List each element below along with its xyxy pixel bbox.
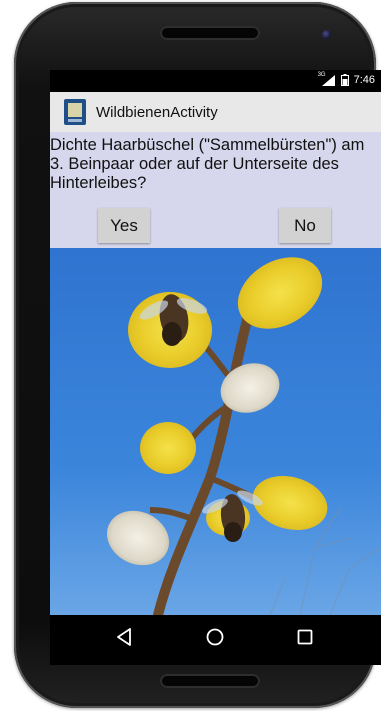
phone-frame: 3G 7:46 WildbienenActivity Dichte Haarbü… [14, 2, 381, 708]
app-icon-bar [68, 119, 82, 122]
app-title: WildbienenActivity [96, 103, 218, 121]
earpiece-speaker [160, 26, 260, 40]
bee-photo [50, 248, 381, 615]
battery-icon [340, 74, 349, 86]
activity-content: Dichte Haarbüschel ("Sammelbürsten") am … [50, 132, 381, 615]
action-bar: WildbienenActivity [50, 92, 381, 132]
question-text: Dichte Haarbüschel ("Sammelbürsten") am … [50, 136, 365, 192]
status-bar: 3G 7:46 [50, 70, 381, 92]
no-button[interactable]: No [279, 208, 331, 243]
network-type: 3G [317, 71, 326, 78]
app-icon-inner [68, 103, 82, 117]
back-triangle-icon[interactable] [116, 628, 132, 650]
status-icons: 3G 7:46 [318, 72, 375, 86]
home-circle-icon[interactable] [206, 628, 224, 650]
bee-photo-illustration [50, 248, 381, 615]
app-icon [64, 99, 86, 125]
yes-button[interactable]: Yes [98, 208, 150, 243]
recent-apps-square-icon[interactable] [297, 629, 313, 649]
signal-icon: 3G [318, 72, 336, 86]
clock: 7:46 [353, 74, 375, 86]
front-camera [322, 30, 331, 39]
phone-screen: 3G 7:46 WildbienenActivity Dichte Haarbü… [50, 70, 381, 665]
bottom-speaker [160, 674, 260, 688]
navigation-bar [50, 615, 381, 665]
